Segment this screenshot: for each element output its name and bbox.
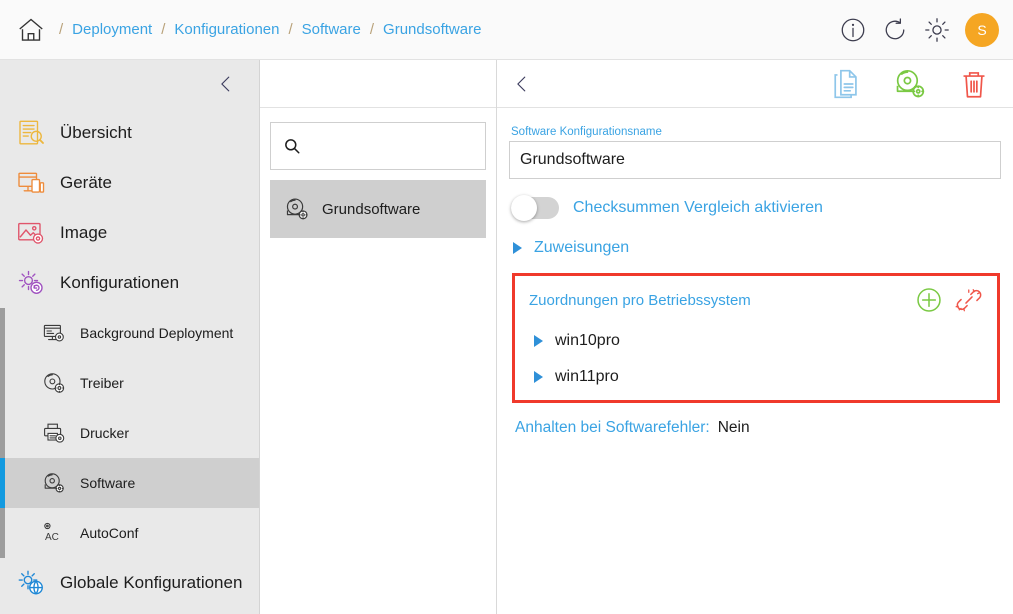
sidebar-item-globale-konfigurationen[interactable]: Globale Konfigurationen — [0, 558, 259, 608]
checksum-toggle[interactable] — [511, 195, 559, 221]
list-panel: Grundsoftware — [260, 60, 497, 614]
os-row-win10pro[interactable]: win10pro — [529, 332, 983, 350]
broken-link-icon[interactable] — [955, 286, 983, 314]
os-assignments-section: Zuordnungen pro Betriebssystem win10pro … — [512, 273, 1000, 403]
breadcrumb-item-konfigurationen[interactable]: Konfigurationen — [174, 21, 279, 38]
os-assignments-actions — [915, 286, 983, 314]
triangle-right-icon — [513, 242, 522, 254]
software-disc-icon — [42, 471, 66, 495]
sidebar-item-label: Image — [60, 223, 108, 242]
triangle-right-icon — [534, 335, 543, 347]
list-item-grundsoftware[interactable]: Grundsoftware — [270, 180, 486, 238]
driver-disc-icon — [42, 371, 66, 395]
home-icon[interactable] — [16, 15, 50, 45]
background-deployment-icon — [42, 321, 66, 345]
breadcrumb-separator-2: / — [288, 21, 293, 38]
sidebar-subitem-label: Software — [80, 475, 136, 491]
halt-on-error-label: Anhalten bei Softwarefehler: — [515, 419, 710, 436]
detail-body: Software Konfigurationsname Checksummen … — [497, 108, 1013, 614]
global-configurations-icon — [16, 568, 46, 598]
config-name-input[interactable] — [509, 141, 1001, 179]
app-root: / Deployment / Konfigurationen / Softwar… — [0, 0, 1013, 614]
detail-toolbar — [497, 60, 1013, 108]
os-row-label: win10pro — [555, 332, 620, 349]
sidebar-item-background-deployment[interactable]: Background Deployment — [0, 308, 259, 358]
os-assignments-title: Zuordnungen pro Betriebssystem — [529, 291, 751, 309]
breadcrumb-item-software[interactable]: Software — [302, 21, 361, 38]
breadcrumb-separator-3: / — [369, 21, 375, 38]
sidebar: Übersicht Geräte Image Konfigurationen B… — [0, 60, 260, 614]
list-panel-header — [260, 60, 496, 108]
breadcrumb-separator-1: / — [161, 21, 166, 38]
sidebar-collapse-row — [0, 60, 259, 108]
sidebar-subitem-label: Drucker — [80, 425, 130, 441]
sidebar-collapse-button[interactable] — [215, 73, 237, 95]
breadcrumb-separator-0: / — [59, 21, 64, 38]
sidebar-item-software[interactable]: Software — [0, 458, 259, 508]
overview-icon — [16, 118, 46, 148]
svg-text:AC: AC — [45, 532, 59, 543]
breadcrumb-item-deployment[interactable]: Deployment — [72, 21, 152, 38]
search-box[interactable] — [270, 122, 490, 170]
sidebar-item-label: Geräte — [60, 173, 112, 192]
sidebar-item-label: Konfigurationen — [60, 273, 180, 292]
config-name-label: Software Konfigurationsname — [511, 126, 662, 138]
breadcrumb-item-grundsoftware[interactable]: Grundsoftware — [383, 21, 481, 38]
sidebar-item-geraete[interactable]: Geräte — [0, 158, 259, 208]
main-body: Übersicht Geräte Image Konfigurationen B… — [0, 60, 1013, 614]
toggle-knob — [511, 195, 537, 221]
image-icon — [16, 218, 46, 248]
search-wrapper — [260, 108, 496, 170]
devices-icon — [16, 168, 46, 198]
printer-icon — [42, 421, 66, 445]
top-bar-actions: S — [839, 12, 999, 47]
os-row-win11pro[interactable]: win11pro — [529, 368, 983, 386]
gear-icon[interactable] — [923, 16, 951, 44]
sidebar-item-drucker[interactable]: Drucker — [0, 408, 259, 458]
sidebar-item-autoconf[interactable]: AC AutoConf — [0, 508, 259, 558]
detail-panel: Software Konfigurationsname Checksummen … — [497, 60, 1013, 614]
breadcrumb: / Deployment / Konfigurationen / Softwar… — [16, 15, 839, 45]
checksum-toggle-row: Checksummen Vergleich aktivieren — [509, 195, 1001, 221]
halt-on-error-row: Anhalten bei Softwarefehler: Nein — [509, 419, 1001, 437]
sidebar-subnav-konfigurationen: Background Deployment Treiber Drucker So… — [0, 308, 259, 558]
assignments-section-label: Zuweisungen — [534, 239, 630, 256]
sidebar-item-label: Übersicht — [60, 123, 132, 142]
refresh-icon[interactable] — [881, 16, 909, 44]
top-bar: / Deployment / Konfigurationen / Softwar… — [0, 0, 1013, 60]
plus-circle-icon[interactable] — [915, 286, 943, 314]
os-assignments-header: Zuordnungen pro Betriebssystem — [529, 286, 983, 314]
sidebar-item-konfigurationen[interactable]: Konfigurationen — [0, 258, 259, 308]
checksum-toggle-label[interactable]: Checksummen Vergleich aktivieren — [573, 199, 823, 217]
list-panel-rows: Grundsoftware — [260, 170, 496, 238]
software-disc-icon — [284, 196, 310, 222]
info-icon[interactable] — [839, 16, 867, 44]
os-row-label: win11pro — [555, 368, 619, 385]
sidebar-subitem-label: AutoConf — [80, 525, 139, 541]
sidebar-subitem-label: Treiber — [80, 375, 124, 391]
back-button[interactable] — [511, 73, 533, 95]
list-item-label: Grundsoftware — [322, 200, 421, 218]
copy-documents-icon[interactable] — [829, 67, 863, 101]
assignments-section-toggle[interactable]: Zuweisungen — [509, 239, 1001, 257]
halt-on-error-value: Nein — [717, 419, 750, 436]
sidebar-item-uebersicht[interactable]: Übersicht — [0, 108, 259, 158]
sidebar-item-treiber[interactable]: Treiber — [0, 358, 259, 408]
sidebar-subitem-label: Background Deployment — [80, 325, 234, 341]
disc-gear-icon[interactable] — [893, 67, 927, 101]
detail-action-group — [829, 67, 991, 101]
sidebar-item-label: Globale Konfigurationen — [60, 573, 243, 592]
autoconf-icon: AC — [42, 521, 66, 545]
configurations-icon — [16, 268, 46, 298]
triangle-right-icon — [534, 371, 543, 383]
sidebar-nav: Übersicht Geräte Image Konfigurationen B… — [0, 108, 259, 614]
trash-icon[interactable] — [957, 67, 991, 101]
search-icon — [283, 137, 301, 155]
sidebar-item-image[interactable]: Image — [0, 208, 259, 258]
search-input[interactable] — [301, 138, 490, 154]
avatar[interactable]: S — [965, 12, 999, 47]
